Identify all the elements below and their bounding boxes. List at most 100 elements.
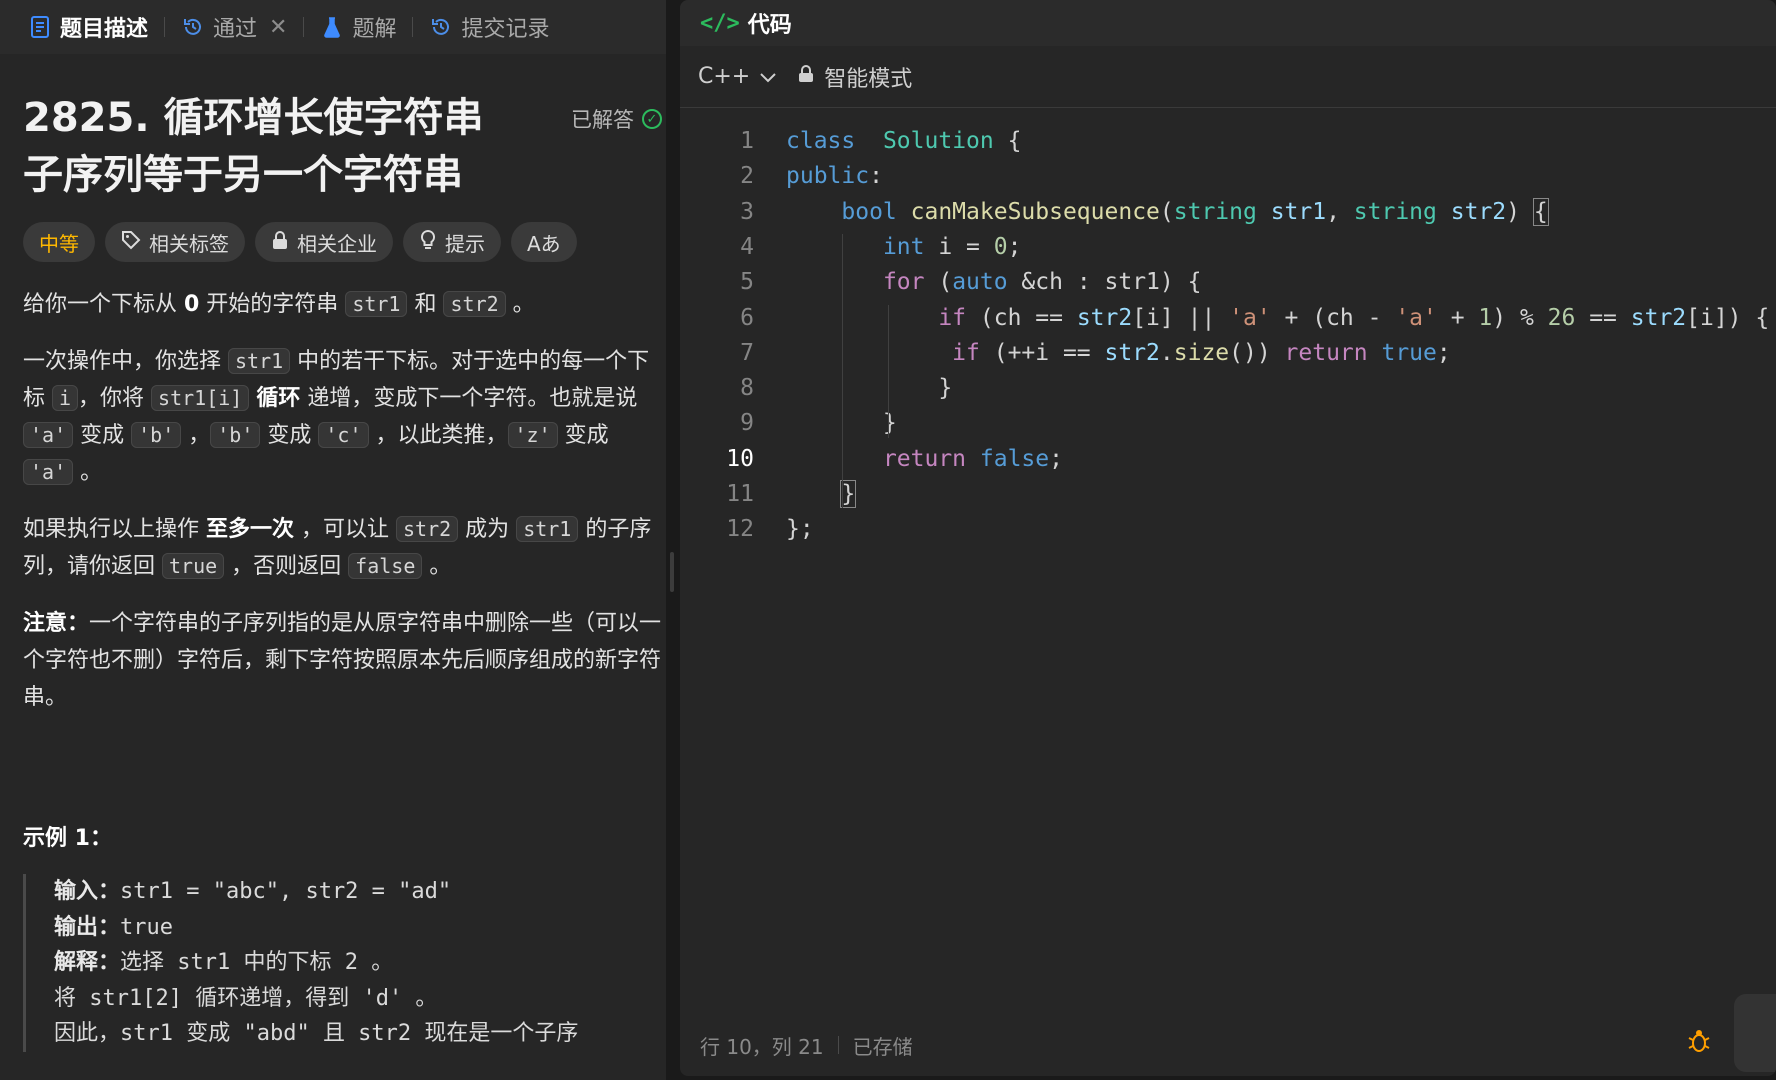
code-token: { <box>993 128 1022 154</box>
inline-code: false <box>348 553 423 579</box>
line-number: 2 <box>740 163 754 190</box>
example-value: true <box>120 914 173 940</box>
history-icon <box>429 15 453 39</box>
code-token: int <box>882 233 925 260</box>
code-token: ( <box>924 269 953 296</box>
code-token: : <box>869 163 883 190</box>
side-panel-toggle[interactable] <box>1734 994 1776 1072</box>
text: 成为 <box>458 517 517 542</box>
panel-resize-handle[interactable] <box>666 0 680 1080</box>
solved-status: 已解答 ✓ <box>571 104 662 134</box>
code-editor[interactable]: 1 class Solution { 2 public: 3 bool canMakeS… <box>680 124 1776 1004</box>
inline-code: str2 <box>443 291 506 317</box>
line-number: 9 <box>740 410 754 437</box>
code-line[interactable]: 10 return false; <box>680 442 1776 477</box>
related-tags-button[interactable]: 相关标签 <box>105 222 245 262</box>
inline-code: str1[i] <box>151 385 250 411</box>
tab-accepted[interactable]: 通过 ✕ <box>171 11 297 43</box>
problem-title[interactable]: 2825. 循环增长使字符串子序列等于另一个字符串 <box>23 90 523 204</box>
smart-mode-toggle[interactable]: 智能模式 <box>798 61 912 93</box>
text: ，可以让 <box>294 517 397 542</box>
code-text: if (ch == str2[i] || 'a' + (ch - 'a' + 1… <box>786 301 1769 336</box>
code-line[interactable]: 9 } <box>680 406 1776 441</box>
code-token: class <box>786 128 856 154</box>
code-token: public <box>786 163 870 190</box>
code-token: string <box>1173 198 1257 225</box>
description-paragraph-3: 如果执行以上操作 至多一次 ，可以让 str2 成为 str1 的子序列，请你返… <box>23 511 663 585</box>
text: 开始的字符串 <box>199 292 346 317</box>
example-title: 示例 1： <box>23 826 112 851</box>
example-key: 解释： <box>54 950 121 975</box>
line-number: 7 <box>740 339 754 366</box>
code-token: 1 <box>1478 304 1493 331</box>
code-text: return false; <box>786 442 1063 477</box>
bug-icon[interactable] <box>1686 1028 1712 1054</box>
code-token: return <box>882 445 967 472</box>
code-line[interactable]: 1 class Solution { <box>680 124 1776 159</box>
hints-button[interactable]: 提示 <box>403 222 501 262</box>
code-text: if (++i == str2.size()) return true; <box>786 336 1451 371</box>
tab-solutions[interactable]: 题解 <box>310 11 406 43</box>
code-text: } <box>786 371 952 406</box>
code-text: } <box>786 477 857 512</box>
tab-description[interactable]: 题目描述 <box>18 11 158 43</box>
text: 一个字符串的子序列指的是从原字符串中删除一些（可以一个字符也不删）字符后，剩下字… <box>23 611 662 710</box>
code-line[interactable]: 3 bool canMakeSubsequence(string str1, s… <box>680 195 1776 230</box>
related-companies-button[interactable]: 相关企业 <box>255 222 393 262</box>
code-line[interactable]: 12}; <box>680 512 1776 547</box>
text: 变成 <box>557 423 609 448</box>
code-token: ()) <box>1229 339 1285 366</box>
font-size-button[interactable]: Aあ <box>511 222 577 262</box>
text: 给你一个下标从 <box>23 292 184 317</box>
inline-code: true <box>162 553 225 579</box>
tab-solutions-label: 题解 <box>352 17 397 42</box>
difficulty-badge[interactable]: 中等 <box>23 222 95 262</box>
text: 和 <box>407 292 444 317</box>
code-line[interactable]: 6 if (ch == str2[i] || 'a' + (ch - 'a' +… <box>680 301 1776 336</box>
code-line[interactable]: 8 } <box>680 371 1776 406</box>
text: 如果执行以上操作 <box>23 517 206 542</box>
line-number: 8 <box>740 375 754 402</box>
code-icon: </> <box>700 10 740 36</box>
code-text: }; <box>786 512 814 547</box>
bold-text: 0 <box>184 292 200 317</box>
lock-icon <box>798 64 814 89</box>
history-icon <box>181 15 205 39</box>
code-token: , <box>1326 198 1354 225</box>
code-line[interactable]: 2 public: <box>680 159 1776 194</box>
code-line[interactable]: 5 for (auto &ch : str1) { <box>680 265 1776 300</box>
tab-description-label: 题目描述 <box>60 17 149 42</box>
code-token: ; <box>1436 339 1451 366</box>
language-select[interactable]: C++ <box>698 64 776 89</box>
text: ， <box>181 423 211 448</box>
chevron-down-icon <box>760 64 776 89</box>
code-token: + <box>1436 304 1479 331</box>
code-token: (ch == <box>966 304 1077 331</box>
line-number: 12 <box>726 516 754 543</box>
problem-panel: 题目描述 通过 ✕ 题解 提交记录 2825. 循环增长使字符串子序列等于另一个… <box>0 0 666 1080</box>
code-panel-header: </> 代码 <box>680 0 1776 46</box>
tab-divider <box>412 17 414 37</box>
code-line[interactable]: 7 if (++i == str2.size()) return true; <box>680 336 1776 371</box>
problem-description: 2825. 循环增长使字符串子序列等于另一个字符串 已解答 ✓ 中等 相关标签 … <box>0 54 666 1080</box>
difficulty-label: 中等 <box>39 231 79 256</box>
code-token: &ch : str1) { <box>1007 269 1202 296</box>
font-size-icon: Aあ <box>527 231 561 256</box>
code-token: auto <box>952 269 1008 296</box>
tag-icon <box>121 230 141 255</box>
code-panel: </> 代码 C++ 智能模式 1 class Solution { 2 public… <box>680 0 1776 1076</box>
example-line: 因此，str1 变成 "abd" 且 str2 现在是一个子序 <box>54 1016 666 1052</box>
text: 。 <box>505 292 535 317</box>
code-token: . <box>1159 339 1174 366</box>
code-token: str2 <box>1450 198 1507 225</box>
resize-grip[interactable] <box>670 552 674 592</box>
code-token: [i]) { <box>1686 304 1770 331</box>
code-line[interactable]: 11 } <box>680 477 1776 512</box>
close-icon[interactable]: ✕ <box>269 15 287 40</box>
code-line[interactable]: 4 int i = 0; <box>680 230 1776 265</box>
tab-submissions[interactable]: 提交记录 <box>419 11 559 43</box>
